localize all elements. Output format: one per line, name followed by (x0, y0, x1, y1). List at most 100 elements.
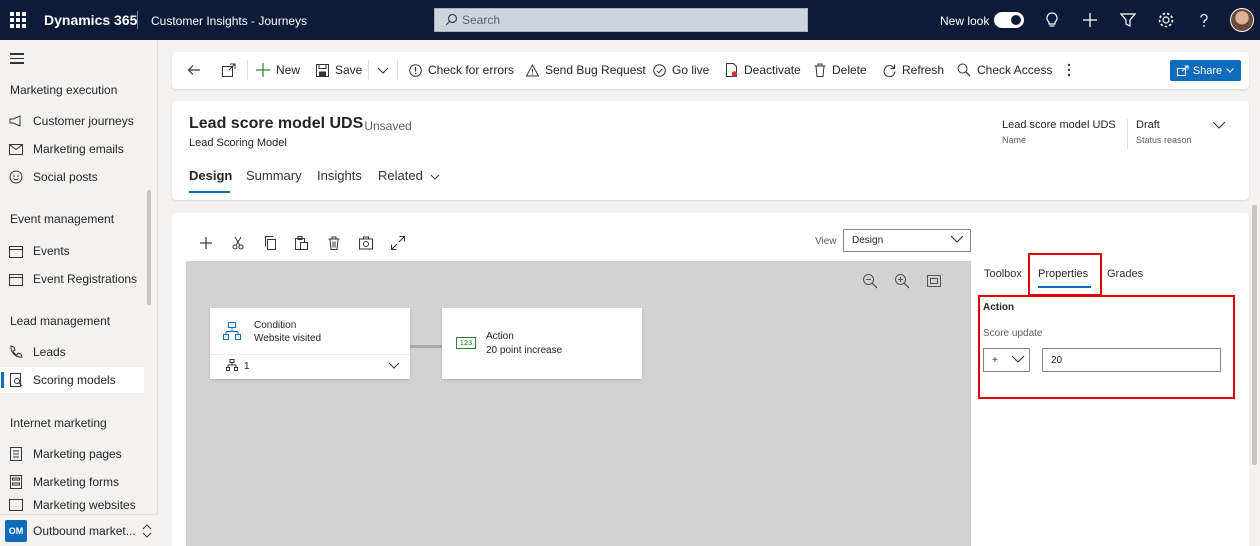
nav-item-events[interactable]: Events (0, 238, 144, 264)
search-input[interactable] (462, 12, 792, 28)
help-icon[interactable] (1195, 11, 1213, 29)
area-switcher[interactable]: OM Outbound market... (0, 514, 158, 546)
refresh-button[interactable]: Refresh (883, 62, 944, 78)
deactivate-label: Deactivate (744, 63, 801, 77)
score-update-label: Score update (983, 328, 1043, 339)
nav-section-title: Lead management (10, 314, 111, 328)
hamburger-icon[interactable] (10, 53, 24, 64)
tab-related[interactable]: Related (378, 168, 440, 183)
add-icon[interactable] (199, 236, 213, 250)
refresh-icon (883, 64, 896, 77)
new-label: New (276, 63, 301, 77)
chevron-down-icon (1011, 355, 1025, 363)
nav-item-label: Event Registrations (33, 272, 138, 286)
action-tile[interactable]: 123 Action 20 point increase (442, 308, 642, 379)
chevron-down-icon[interactable] (1212, 121, 1226, 129)
nav-scrollbar[interactable] (147, 190, 151, 305)
zoom-out-icon[interactable] (862, 273, 878, 289)
check-for-errors-label: Check for errors (428, 63, 515, 77)
send-bug-request-button[interactable]: Send Bug Request (526, 62, 646, 78)
global-search[interactable] (434, 8, 808, 32)
delete-button[interactable]: Delete (814, 62, 867, 78)
fit-to-screen-icon[interactable] (926, 273, 942, 289)
scoring-icon (9, 373, 23, 387)
new-button[interactable]: New (256, 62, 300, 78)
action-title: Action (486, 331, 514, 342)
nav-item-marketing-websites[interactable]: Marketing websites (0, 497, 144, 513)
info-circle-icon (409, 63, 422, 77)
area-name[interactable]: Customer Insights - Journeys (151, 14, 307, 28)
open-new-window-icon[interactable] (222, 63, 236, 77)
check-for-errors-button[interactable]: Check for errors (409, 62, 514, 78)
user-avatar[interactable] (1230, 8, 1254, 32)
gear-icon[interactable] (1157, 11, 1175, 29)
page-scrollbar[interactable] (1252, 205, 1257, 465)
filter-icon[interactable] (1119, 11, 1137, 29)
view-select[interactable]: Design (843, 229, 971, 252)
tab-summary[interactable]: Summary (246, 168, 302, 183)
chevron-down-icon[interactable] (388, 362, 400, 369)
operator-select[interactable]: + (983, 348, 1030, 372)
website-icon (9, 498, 23, 512)
copy-icon[interactable] (263, 236, 277, 250)
condition-tile[interactable]: Condition Website visited 1 (210, 308, 410, 379)
view-select-value: Design (852, 235, 884, 246)
cut-icon[interactable] (231, 236, 245, 250)
share-button[interactable]: Share (1170, 60, 1241, 81)
tab-grades[interactable]: Grades (1107, 268, 1143, 280)
chevron-down-icon (950, 235, 964, 243)
delete-label: Delete (832, 63, 867, 77)
branch-icon (226, 359, 238, 371)
nav-item-marketing-pages[interactable]: Marketing pages (0, 441, 144, 467)
app-name[interactable]: Dynamics 365 (44, 12, 137, 28)
new-look-toggle[interactable] (994, 12, 1024, 28)
check-access-button[interactable]: Check Access (957, 62, 1052, 78)
lightbulb-icon[interactable] (1043, 11, 1061, 29)
nav-item-marketing-forms[interactable]: Marketing forms (0, 469, 144, 495)
nav-item-label: Marketing pages (33, 447, 122, 461)
go-live-button[interactable]: Go live (653, 62, 709, 78)
number-badge-icon: 123 (456, 337, 476, 349)
plus-icon (256, 63, 270, 77)
tab-design[interactable]: Design (189, 168, 232, 183)
branch-count: 1 (244, 361, 250, 372)
tab-insights[interactable]: Insights (317, 168, 362, 183)
share-label: Share (1192, 64, 1223, 77)
chevron-down-icon[interactable] (377, 67, 389, 75)
divider (397, 60, 398, 80)
nav-item-event-registrations[interactable]: Event Registrations (0, 266, 144, 292)
chevron-down-icon (1226, 68, 1235, 73)
more-options-icon[interactable] (1067, 63, 1071, 77)
zoom-in-icon[interactable] (894, 273, 910, 289)
header-status-label: Status reason (1136, 135, 1192, 145)
deactivate-button[interactable]: Deactivate (726, 62, 801, 78)
paste-icon[interactable] (294, 236, 308, 250)
refresh-label: Refresh (902, 63, 945, 77)
nav-item-label: Marketing forms (33, 475, 120, 489)
score-value-input[interactable] (1042, 348, 1221, 372)
save-button[interactable]: Save (316, 62, 362, 78)
nav-item-scoring-models[interactable]: Scoring models (0, 367, 144, 393)
search-person-icon (957, 63, 971, 77)
expand-icon[interactable] (391, 236, 405, 250)
properties-section-title: Action (983, 302, 1015, 313)
back-arrow-icon[interactable] (187, 63, 201, 77)
send-bug-request-label: Send Bug Request (545, 63, 646, 77)
divider (210, 354, 410, 355)
nav-item-customer-journeys[interactable]: Customer journeys (0, 108, 144, 134)
app-launcher-icon[interactable] (10, 12, 26, 28)
plus-icon[interactable] (1081, 11, 1099, 29)
connector-line (410, 345, 442, 348)
nav-item-social-posts[interactable]: Social posts (0, 164, 144, 190)
trash-icon[interactable] (327, 236, 341, 250)
divider (137, 11, 138, 29)
nav-item-label: Marketing emails (33, 142, 124, 156)
nav-item-label: Leads (33, 345, 66, 359)
screenshot-icon[interactable] (359, 236, 373, 250)
design-canvas[interactable]: Condition Website visited 1 123 Action 2… (186, 261, 971, 546)
nav-item-leads[interactable]: Leads (0, 339, 144, 365)
tab-toolbox[interactable]: Toolbox (984, 268, 1022, 280)
nav-item-label: Social posts (33, 170, 98, 184)
nav-item-marketing-emails[interactable]: Marketing emails (0, 136, 144, 162)
trash-icon (814, 63, 826, 77)
